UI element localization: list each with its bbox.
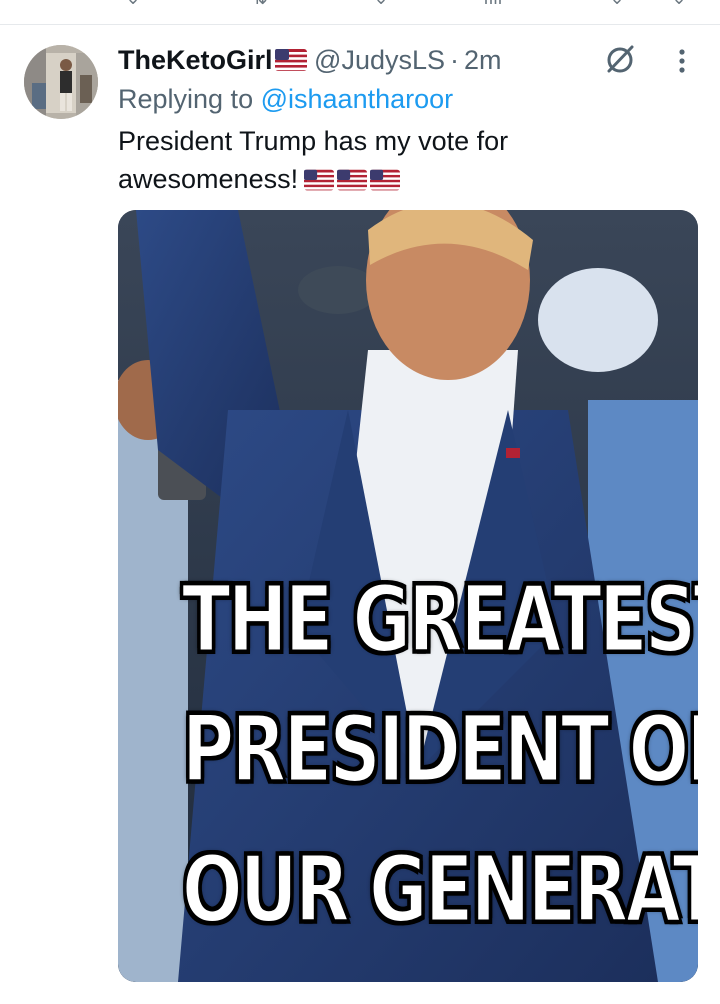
avatar[interactable] [24, 45, 98, 119]
display-name[interactable]: TheKetoGirl [118, 45, 273, 75]
grok-slash-circle-icon[interactable] [604, 43, 636, 75]
replying-to-mention[interactable]: @ishaantharoor [261, 84, 454, 114]
media-caption-line: THE GREATEST [181, 565, 698, 675]
separator: · [450, 45, 459, 75]
replying-to-label: Replying to [118, 84, 254, 114]
flag-emojis [304, 163, 403, 201]
us-flag-icon [370, 169, 401, 191]
more-vertical-icon[interactable] [672, 47, 692, 77]
views-icon[interactable]: ıılı [478, 0, 508, 7]
handle[interactable]: @JudysLS [314, 45, 445, 75]
previous-tweet-action-bar: ⌄ ⇅ ⌄ ıılı ⌄ ⌄ [0, 0, 720, 25]
tweet-header: TheKetoGirl @JudysLS · 2m [118, 42, 502, 78]
share-icon[interactable]: ⌄ [664, 0, 694, 7]
like-icon[interactable]: ⌄ [366, 0, 396, 7]
us-flag-icon [274, 44, 307, 80]
media-caption-line: OUR GENERATION [181, 835, 698, 945]
us-flag-icon [337, 169, 368, 191]
media-caption-line: PRESIDENT OF [181, 695, 698, 805]
tweet-media-image[interactable]: THE GREATEST PRESIDENT OF OUR GENERATION [118, 210, 698, 982]
tweet-text-line: awesomeness! [118, 160, 678, 201]
bookmark-icon[interactable]: ⌄ [602, 0, 632, 7]
tweet-text-line: President Trump has my vote for [118, 126, 509, 156]
retweet-icon[interactable]: ⇅ [245, 0, 275, 7]
tweet-text-segment: awesomeness! [118, 164, 299, 194]
tweet[interactable]: TheKetoGirl @JudysLS · 2m Replying to @ish… [0, 25, 720, 1004]
timestamp[interactable]: 2m [464, 45, 502, 75]
reply-icon[interactable]: ⌄ [118, 0, 148, 7]
us-flag-icon [304, 169, 335, 191]
replying-to: Replying to @ishaantharoor [118, 81, 453, 117]
tweet-text: President Trump has my vote for awesomen… [118, 122, 678, 201]
